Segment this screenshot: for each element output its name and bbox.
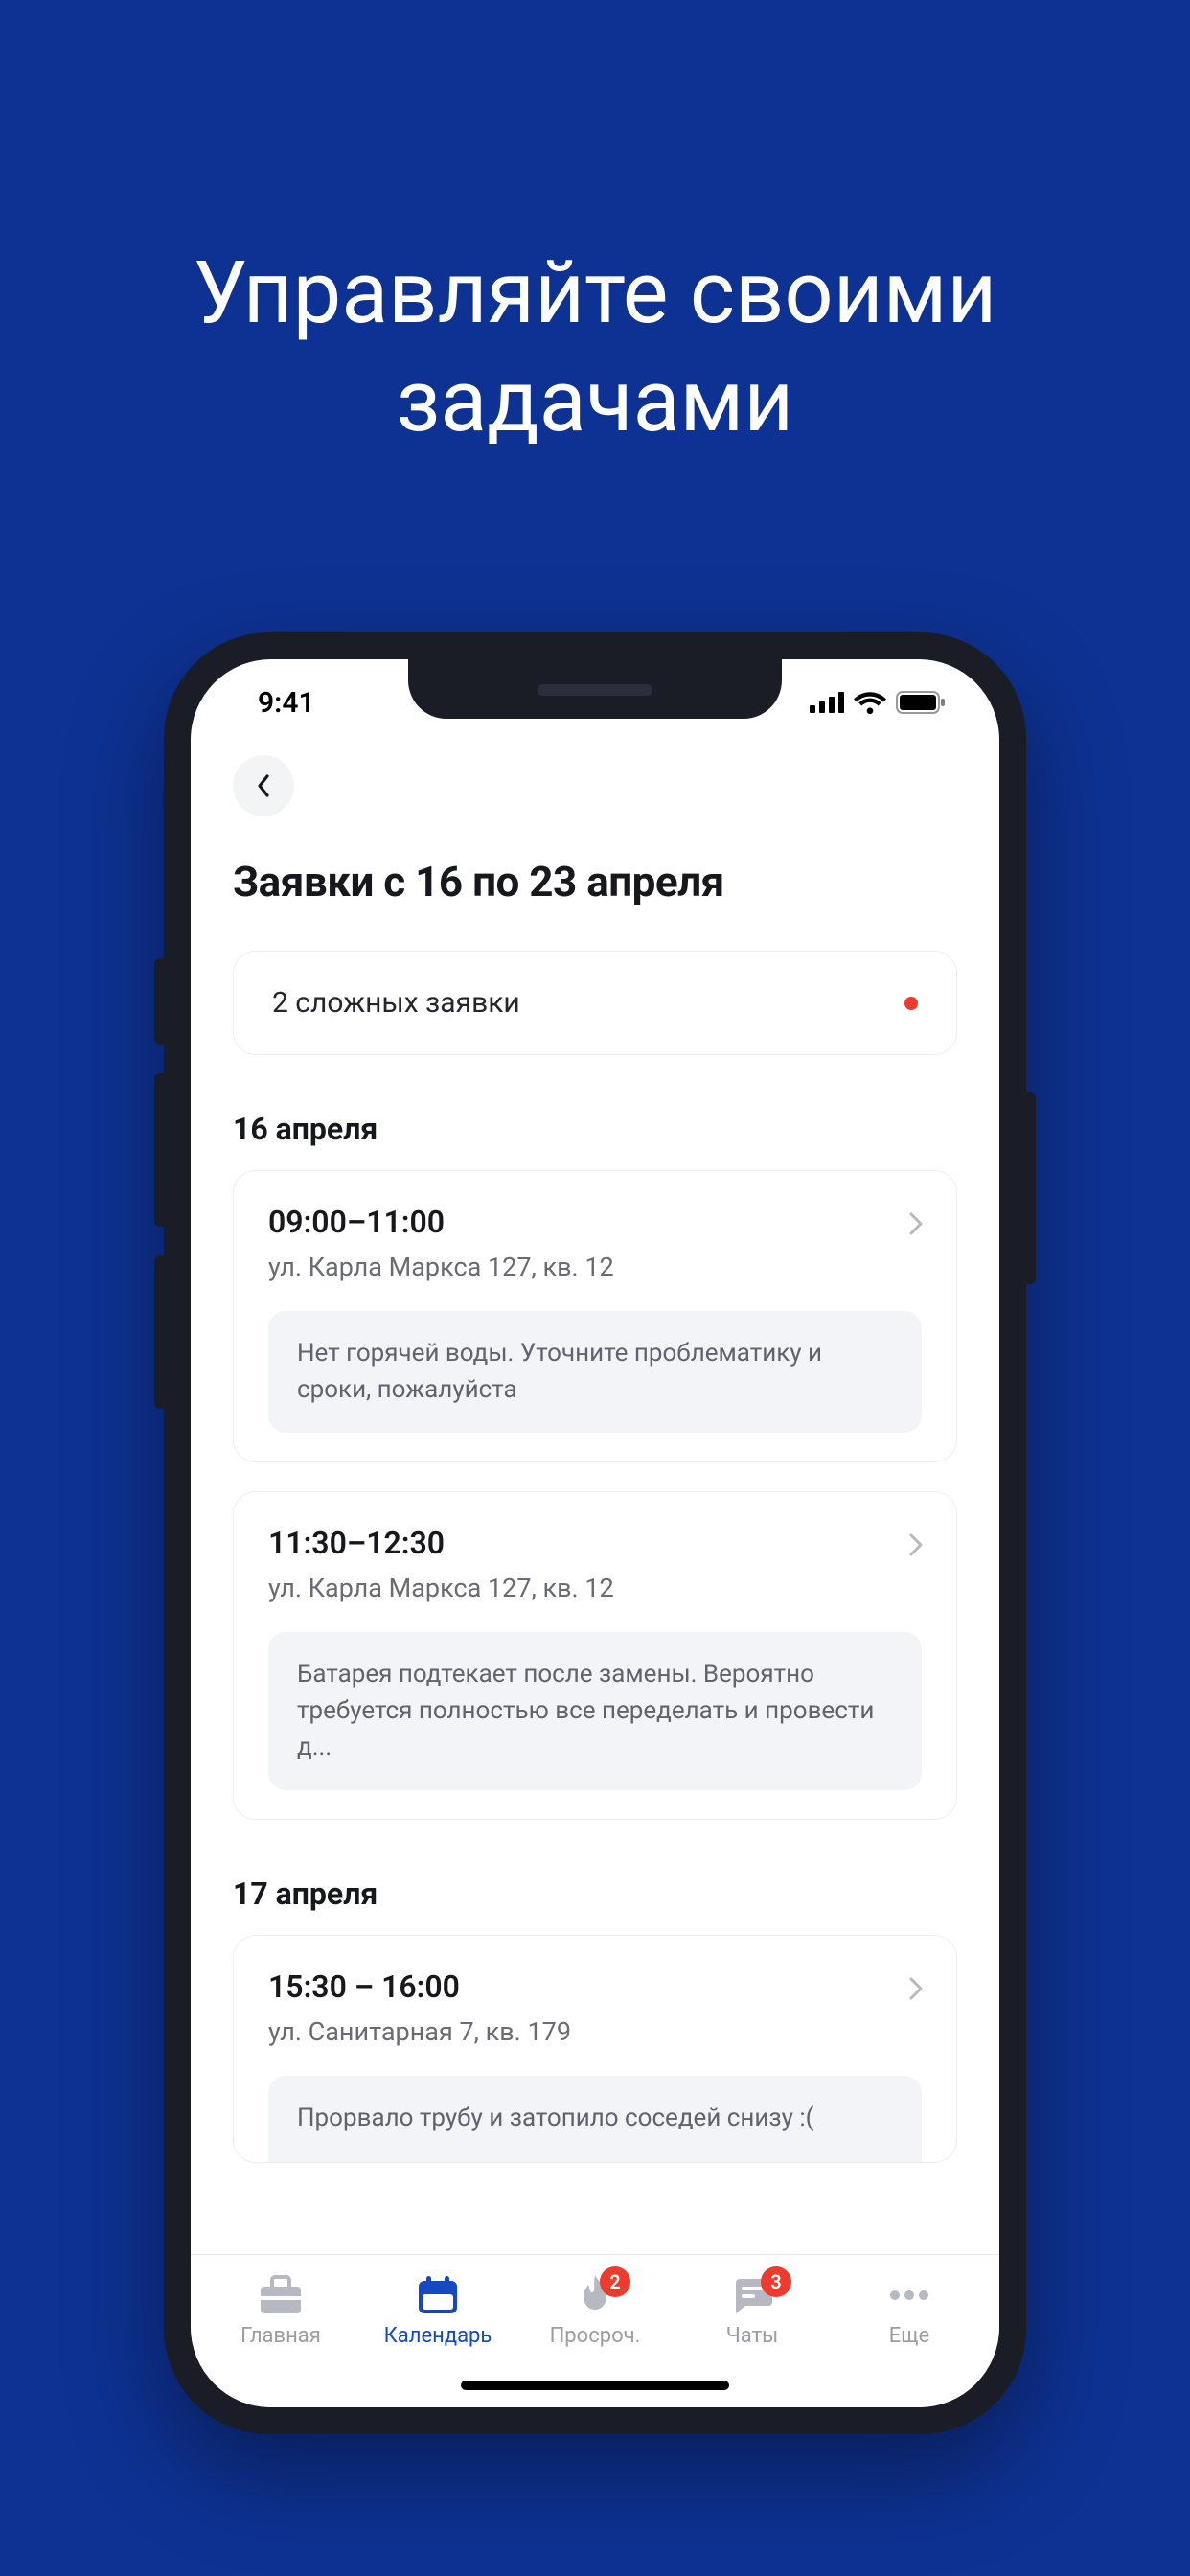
task-address: ул. Санитарная 7, кв. 179: [268, 2016, 922, 2047]
task-card[interactable]: 15:30 – 16:00 ул. Санитарная 7, кв. 179 …: [233, 1935, 957, 2163]
task-card[interactable]: 11:30–12:30 ул. Карла Маркса 127, кв. 12…: [233, 1491, 957, 1820]
promo-headline: Управляйте своими задачами: [0, 0, 1190, 455]
home-indicator[interactable]: [461, 2380, 729, 2390]
task-description: Батарея подтекает после замены. Вероятно…: [268, 1632, 922, 1790]
chevron-right-icon: [908, 1211, 924, 1240]
tab-label: Чаты: [726, 2324, 779, 2348]
tab-chats[interactable]: 3 Чаты: [680, 2272, 824, 2348]
phone-notch: [408, 659, 782, 719]
badge: 3: [761, 2266, 791, 2297]
wifi-icon: [854, 691, 886, 714]
fire-icon: 2: [577, 2272, 613, 2318]
task-time: 11:30–12:30: [268, 1525, 922, 1561]
promo-line1: Управляйте своими: [194, 242, 997, 343]
task-description: Прорвало трубу и затопило соседей снизу …: [268, 2076, 922, 2162]
task-time: 15:30 – 16:00: [268, 1968, 922, 2005]
tab-more[interactable]: Еще: [837, 2272, 981, 2348]
tab-label: Главная: [240, 2324, 321, 2348]
briefcase-icon: [259, 2272, 303, 2318]
tab-label: Просроч.: [550, 2324, 641, 2348]
alert-dot-icon: [904, 997, 918, 1010]
battery-icon: [896, 691, 946, 714]
more-icon: [888, 2272, 930, 2318]
cellular-icon: [810, 692, 844, 713]
task-time: 09:00–11:00: [268, 1204, 922, 1240]
status-icons: [810, 691, 946, 714]
status-time: 9:41: [258, 686, 315, 720]
day-heading: 16 апреля: [233, 1111, 957, 1147]
tab-home[interactable]: Главная: [209, 2272, 353, 2348]
task-card[interactable]: 09:00–11:00 ул. Карла Маркса 127, кв. 12…: [233, 1170, 957, 1462]
chevron-right-icon: [908, 1976, 924, 2005]
back-button[interactable]: [233, 755, 294, 816]
badge: 2: [600, 2266, 630, 2297]
day-heading: 17 апреля: [233, 1875, 957, 1912]
complex-requests-alert[interactable]: 2 сложных заявки: [233, 951, 957, 1055]
task-address: ул. Карла Маркса 127, кв. 12: [268, 1252, 922, 1282]
chat-icon: 3: [730, 2272, 774, 2318]
phone-frame: 9:41 Заявки с 16 по 23 апреля 2 сложных …: [164, 632, 1026, 2434]
phone-screen: 9:41 Заявки с 16 по 23 апреля 2 сложных …: [191, 659, 999, 2407]
tab-label: Еще: [889, 2324, 930, 2348]
task-address: ул. Карла Маркса 127, кв. 12: [268, 1573, 922, 1603]
tab-calendar[interactable]: Календарь: [366, 2272, 510, 2348]
promo-line2: задачами: [397, 351, 794, 451]
alert-label: 2 сложных заявки: [272, 986, 520, 1020]
tab-overdue[interactable]: 2 Просроч.: [523, 2272, 667, 2348]
tab-label: Календарь: [384, 2324, 492, 2348]
chevron-left-icon: [254, 772, 273, 799]
task-description: Нет горячей воды. Уточните проблематику …: [268, 1311, 922, 1433]
content-scroll[interactable]: 2 сложных заявки 16 апреля 09:00–11:00 у…: [191, 907, 999, 2254]
chevron-right-icon: [908, 1532, 924, 1561]
page-title: Заявки с 16 по 23 апреля: [233, 857, 957, 907]
calendar-icon: [416, 2272, 460, 2318]
app-header: Заявки с 16 по 23 апреля: [191, 746, 999, 907]
